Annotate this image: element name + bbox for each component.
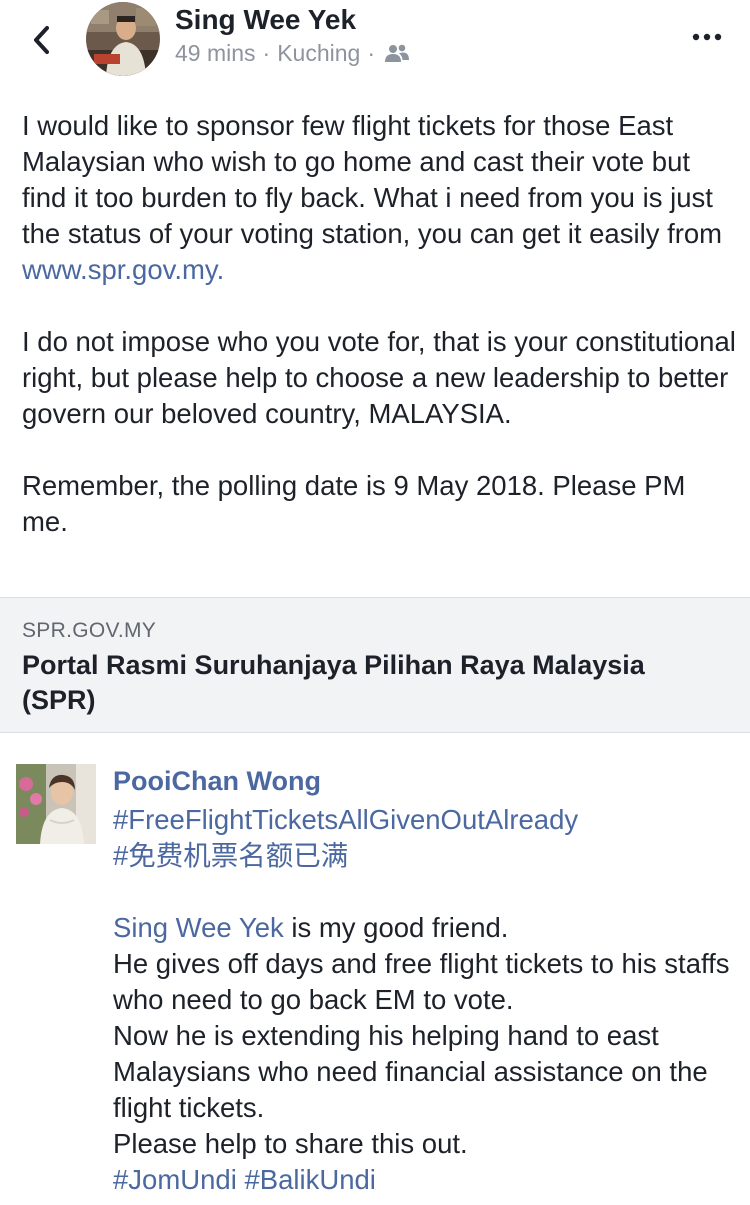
post-text: I would like to sponsor few flight ticke… — [22, 108, 737, 540]
comment-text: #FreeFlightTicketsAllGivenOutAlready #免费… — [113, 802, 738, 1198]
friends-icon — [384, 43, 410, 65]
more-icon — [692, 33, 722, 41]
comment-line: Please help to share this out. — [113, 1128, 468, 1159]
chevron-left-icon — [34, 26, 49, 54]
hashtag[interactable]: #免费机票名额已满 — [113, 838, 738, 874]
link-domain: SPR.GOV.MY — [22, 619, 157, 642]
comment-line: Now he is extending his helping hand to … — [113, 1020, 708, 1123]
meta-separator: · — [367, 40, 376, 66]
mention-link[interactable]: Sing Wee Yek — [113, 912, 284, 943]
back-button[interactable] — [28, 22, 58, 58]
post-paragraph: Remember, the polling date is 9 May 2018… — [22, 470, 686, 537]
comment-hashtags: #JomUndi #BalikUndi — [113, 1162, 738, 1198]
hashtag[interactable]: #BalikUndi — [244, 1164, 375, 1195]
spr-link[interactable]: www.spr.gov.my — [22, 254, 217, 285]
post-location[interactable]: Kuching — [277, 40, 360, 67]
commenter-avatar[interactable] — [16, 764, 96, 844]
link-title: Portal Rasmi Suruhanjaya Pilihan Raya Ma… — [22, 650, 645, 715]
post-paragraph: I would like to sponsor few flight ticke… — [22, 110, 723, 285]
meta-separator: · — [262, 40, 271, 66]
post-header: Sing Wee Yek 49 mins · Kuching · — [0, 0, 750, 90]
comment-line: Sing Wee Yek is my good friend. — [113, 912, 509, 943]
link-preview-card[interactable]: SPR.GOV.MY Portal Rasmi Suruhanjaya Pili… — [0, 597, 750, 733]
author-name[interactable]: Sing Wee Yek — [175, 4, 356, 36]
commenter-name[interactable]: PooiChan Wong — [113, 766, 321, 797]
hashtag[interactable]: #FreeFlightTicketsAllGivenOutAlready — [113, 802, 738, 838]
post-paragraph: I do not impose who you vote for, that i… — [22, 326, 736, 429]
comment-line: He gives off days and free flight ticket… — [113, 948, 730, 1015]
more-options-button[interactable] — [688, 22, 728, 52]
post-meta: 49 mins · Kuching · — [175, 40, 410, 67]
post-time[interactable]: 49 mins — [175, 40, 256, 67]
author-avatar[interactable] — [86, 2, 160, 76]
hashtag[interactable]: #JomUndi — [113, 1164, 237, 1195]
